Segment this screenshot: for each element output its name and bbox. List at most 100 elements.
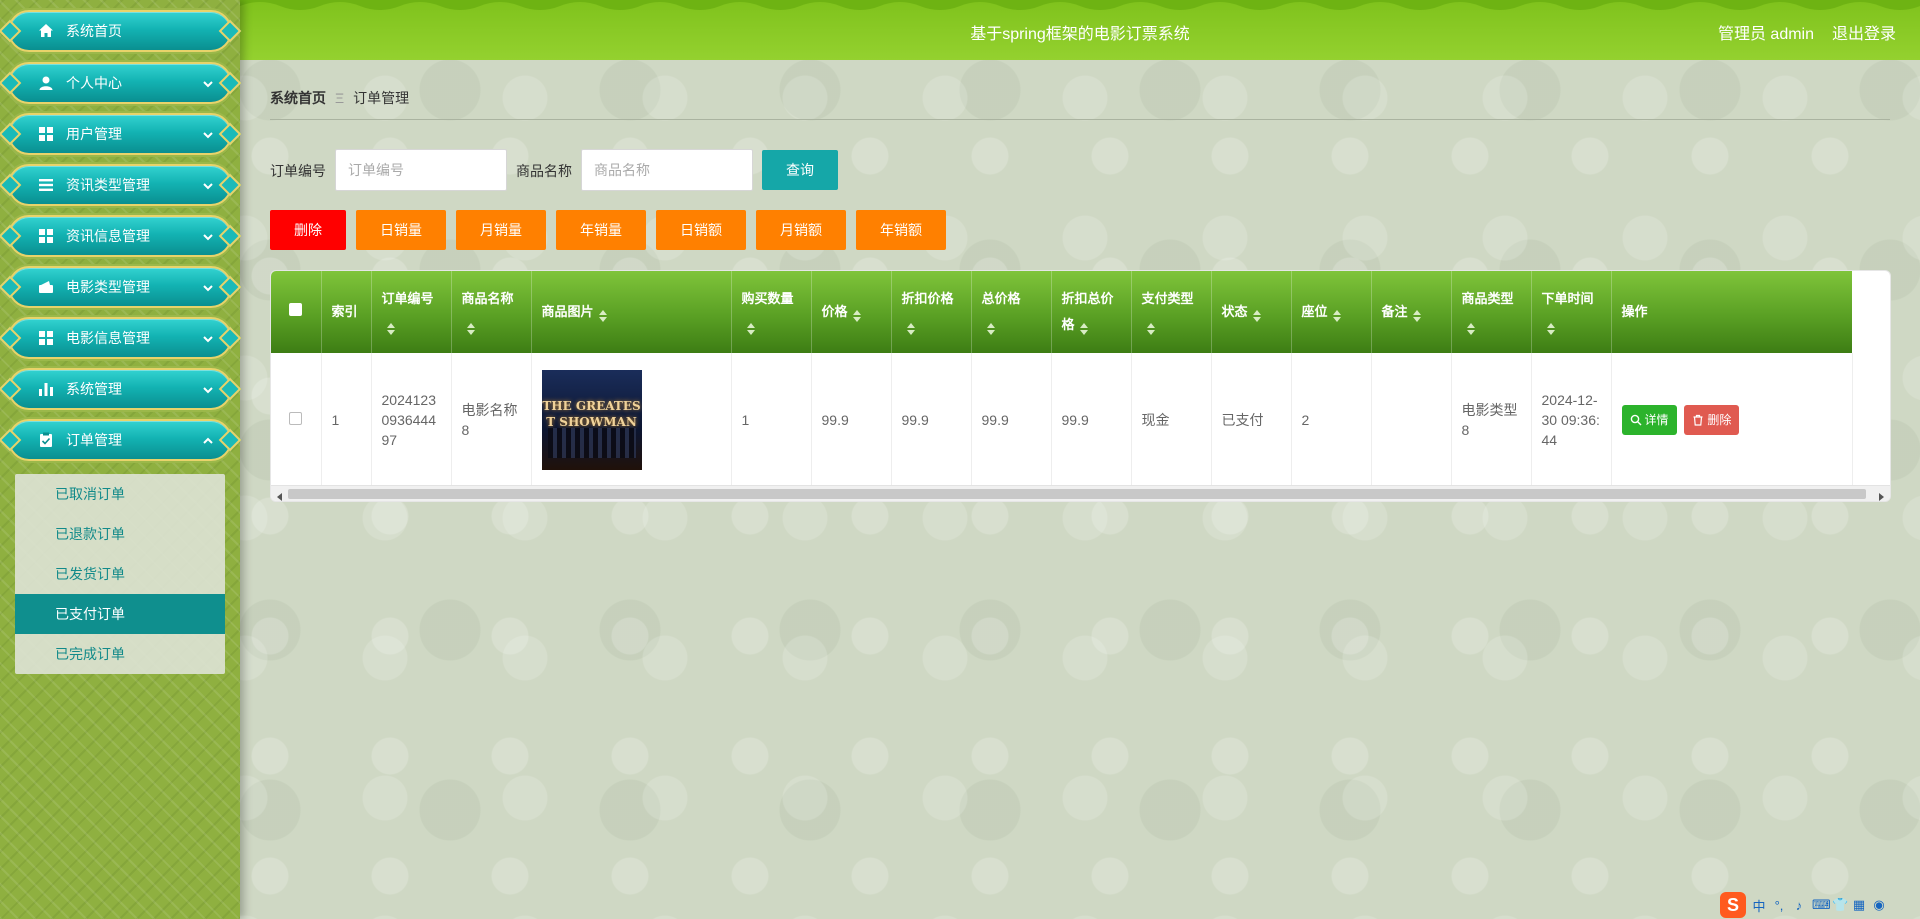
- ime-chinese-toggle[interactable]: 中: [1752, 896, 1766, 915]
- header-discount-price[interactable]: 折扣价格: [891, 271, 972, 353]
- sort-icon[interactable]: [1146, 319, 1156, 335]
- scroll-left-icon[interactable]: [275, 489, 285, 501]
- sort-icon[interactable]: [906, 319, 916, 335]
- header-price[interactable]: 价格: [811, 271, 892, 353]
- header-label: 状态: [1221, 304, 1248, 319]
- query-button[interactable]: 查询: [762, 150, 838, 190]
- yearly-sales-button[interactable]: 年销额: [856, 210, 946, 250]
- sidebar-item-movie-info[interactable]: 电影信息管理: [8, 317, 232, 359]
- header-status[interactable]: 状态: [1211, 271, 1292, 353]
- orders-table: 索引 订单编号 商品名称 商品图片 购买数量 价格 折扣价格 总价格 折扣总价格…: [270, 270, 1891, 502]
- header-product-name[interactable]: 商品名称: [451, 271, 532, 353]
- sort-icon[interactable]: [1466, 319, 1476, 335]
- scroll-thumb[interactable]: [288, 489, 1866, 499]
- batch-delete-button[interactable]: 删除: [270, 210, 346, 250]
- header-remark[interactable]: 备注: [1371, 271, 1452, 353]
- sort-icon[interactable]: [746, 319, 756, 335]
- header-seat[interactable]: 座位: [1291, 271, 1372, 353]
- sidebar-item-profile[interactable]: 个人中心: [8, 62, 232, 104]
- row-select-cell[interactable]: [271, 353, 322, 487]
- table-horizontal-scrollbar[interactable]: [271, 485, 1890, 501]
- yearly-volume-button[interactable]: 年销量: [556, 210, 646, 250]
- delete-button[interactable]: 删除: [1684, 405, 1740, 435]
- submenu-item-completed[interactable]: 已完成订单: [15, 634, 225, 674]
- chevron-down-icon: [202, 179, 214, 191]
- cell-product-type: 电影类型8: [1451, 353, 1532, 487]
- header-label: 座位: [1301, 304, 1328, 319]
- toolbox-icon[interactable]: ▦: [1852, 897, 1866, 913]
- header-select-all[interactable]: [271, 271, 322, 353]
- table-header-row: 索引 订单编号 商品名称 商品图片 购买数量 价格 折扣价格 总价格 折扣总价格…: [271, 271, 1853, 353]
- sort-icon[interactable]: [986, 319, 996, 335]
- sort-icon[interactable]: [386, 319, 396, 335]
- header-index: 索引: [321, 271, 372, 353]
- header-total[interactable]: 总价格: [971, 271, 1052, 353]
- skin-icon[interactable]: 👕: [1832, 897, 1848, 913]
- poster-figures: [547, 428, 636, 458]
- sort-icon[interactable]: [852, 306, 862, 322]
- breadcrumb-current: 订单管理: [353, 90, 410, 106]
- sidebar-item-system[interactable]: 系统管理: [8, 368, 232, 410]
- cell-status: 已支付: [1211, 353, 1292, 487]
- sort-icon[interactable]: [1332, 306, 1342, 322]
- header-label: 商品名称: [461, 291, 514, 306]
- header-label: 总价格: [981, 291, 1021, 306]
- monthly-sales-button[interactable]: 月销额: [756, 210, 846, 250]
- breadcrumb-home[interactable]: 系统首页: [270, 90, 326, 106]
- logout-link[interactable]: 退出登录: [1832, 20, 1896, 44]
- daily-sales-button[interactable]: 日销额: [656, 210, 746, 250]
- sort-icon[interactable]: [1252, 306, 1262, 322]
- header-product-type[interactable]: 商品类型: [1451, 271, 1532, 353]
- sidebar-item-home[interactable]: 系统首页: [8, 10, 232, 52]
- select-all-checkbox[interactable]: [289, 303, 303, 316]
- submenu-item-cancelled[interactable]: 已取消订单: [15, 474, 225, 514]
- order-no-input[interactable]: [335, 149, 507, 191]
- cell-product-name: 电影名称8: [451, 353, 532, 487]
- header-label: 购买数量: [741, 291, 794, 306]
- grid-icon: [38, 330, 54, 346]
- sort-icon[interactable]: [598, 306, 608, 322]
- ime-avatar-icon[interactable]: ◉: [1872, 897, 1886, 913]
- bar-chart-icon: [38, 381, 54, 397]
- header-order-time[interactable]: 下单时间: [1531, 271, 1612, 353]
- header-product-image[interactable]: 商品图片: [531, 271, 732, 353]
- current-user: 管理员 admin: [1717, 26, 1814, 43]
- keyboard-icon[interactable]: ⌨: [1812, 897, 1831, 913]
- sort-icon[interactable]: [1079, 319, 1089, 335]
- header-order-no[interactable]: 订单编号: [371, 271, 452, 353]
- sidebar-item-orders[interactable]: 订单管理: [8, 419, 232, 461]
- ime-punctuation-icon[interactable]: °,: [1772, 898, 1786, 913]
- sidebar-item-news-info[interactable]: 资讯信息管理: [8, 215, 232, 257]
- header-pay-type[interactable]: 支付类型: [1131, 271, 1212, 353]
- movie-poster-image[interactable]: THE GREATEST SHOWMAN: [541, 370, 642, 470]
- submenu-item-paid[interactable]: 已支付订单: [15, 594, 225, 634]
- chevron-down-icon: [202, 128, 214, 140]
- header-label: 订单编号: [381, 291, 434, 306]
- monthly-volume-button[interactable]: 月销量: [456, 210, 546, 250]
- sidebar-item-users[interactable]: 用户管理: [8, 113, 232, 155]
- sidebar-item-news-type[interactable]: 资讯类型管理: [8, 164, 232, 206]
- sidebar-item-label: 资讯信息管理: [66, 228, 150, 244]
- row-checkbox[interactable]: [289, 412, 303, 425]
- header-operation: 操作: [1611, 271, 1853, 353]
- cell-quantity: 1: [731, 353, 812, 487]
- sort-icon[interactable]: [1546, 319, 1556, 335]
- detail-button[interactable]: 详情: [1621, 405, 1677, 435]
- clipboard-icon: [38, 432, 54, 448]
- scroll-right-icon[interactable]: [1876, 489, 1886, 501]
- product-name-input[interactable]: [581, 149, 753, 191]
- header-quantity[interactable]: 购买数量: [731, 271, 812, 353]
- sidebar-item-label: 系统首页: [66, 23, 122, 39]
- sogou-logo-icon[interactable]: S: [1720, 892, 1746, 918]
- detail-button-label: 详情: [1644, 413, 1669, 427]
- header-discount-total[interactable]: 折扣总价格: [1051, 271, 1132, 353]
- microphone-icon[interactable]: ♪: [1792, 898, 1806, 913]
- sort-icon[interactable]: [466, 319, 476, 335]
- product-name-label: 商品名称: [516, 163, 572, 179]
- sidebar-item-movie-type[interactable]: 电影类型管理: [8, 266, 232, 308]
- submenu-item-shipped[interactable]: 已发货订单: [15, 554, 225, 594]
- sort-icon[interactable]: [1412, 306, 1422, 322]
- daily-volume-button[interactable]: 日销量: [356, 210, 446, 250]
- submenu-item-refunded[interactable]: 已退款订单: [15, 514, 225, 554]
- chevron-down-icon: [202, 281, 214, 293]
